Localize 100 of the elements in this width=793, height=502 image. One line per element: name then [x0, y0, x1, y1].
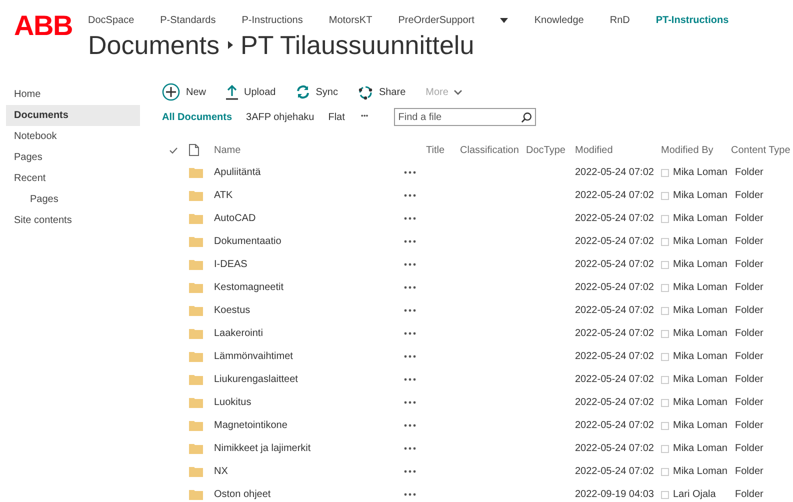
more-options-icon[interactable]: [404, 286, 416, 289]
nav-link[interactable]: RnD: [610, 12, 630, 28]
presence-icon: [661, 330, 669, 338]
file-name-link[interactable]: NX: [214, 464, 404, 479]
content-type: Folder: [734, 350, 764, 364]
file-name-link[interactable]: Apuliitäntä: [214, 165, 404, 180]
nav-link[interactable]: MotorsKT: [328, 12, 372, 28]
content-type: Folder: [734, 396, 764, 410]
file-name-link[interactable]: Liukurengaslaitteet: [214, 372, 404, 387]
sidebar-item[interactable]: Notebook: [6, 126, 140, 147]
breadcrumb-link[interactable]: Documents: [88, 32, 220, 58]
sidebar-item[interactable]: Documents: [6, 105, 140, 126]
file-name-link[interactable]: Oston ohjeet: [214, 487, 404, 502]
file-name-link[interactable]: Koestus: [214, 303, 404, 318]
more-options-icon[interactable]: [404, 263, 416, 266]
search-icon[interactable]: [521, 112, 532, 123]
user-name-link[interactable]: Mika Loman: [673, 257, 728, 272]
view-tab[interactable]: 3AFP ohjehaku: [246, 110, 314, 124]
nav-link[interactable]: P-Standards: [160, 12, 216, 28]
nav-link[interactable]: Knowledge: [534, 12, 584, 28]
column-header[interactable]: Name: [214, 142, 404, 158]
user-name-link[interactable]: Mika Loman: [673, 372, 728, 387]
abb-logo: ABB: [14, 12, 74, 43]
more-options-icon[interactable]: [404, 493, 416, 496]
toolbar-button[interactable]: Share: [358, 84, 406, 100]
presence-icon: [661, 260, 669, 268]
file-name-link[interactable]: Lämmönvaihtimet: [214, 349, 404, 364]
more-options-icon[interactable]: [404, 424, 416, 427]
user-name-link[interactable]: Mika Loman: [673, 165, 728, 180]
user-name-link[interactable]: Mika Loman: [673, 280, 728, 295]
content-type: Folder: [734, 442, 764, 456]
user-name-link[interactable]: Lari Ojala: [673, 487, 716, 502]
file-name-link[interactable]: Magnetointikone: [214, 418, 404, 433]
file-name-link[interactable]: Luokitus: [214, 395, 404, 410]
more-options-icon[interactable]: [404, 470, 416, 473]
user-name-link[interactable]: Mika Loman: [673, 234, 728, 249]
view-tab[interactable]: All Documents: [162, 110, 232, 124]
column-header[interactable]: Modified By: [661, 142, 731, 158]
folder-icon: [189, 420, 203, 431]
presence-icon: [661, 284, 669, 292]
nav-link[interactable]: DocSpace: [88, 12, 134, 28]
view-tab[interactable]: Flat: [328, 110, 345, 124]
file-name-link[interactable]: I-DEAS: [214, 257, 404, 272]
user-name-link[interactable]: Mika Loman: [673, 188, 728, 203]
modified-date: 2022-05-24 07:02: [575, 304, 655, 318]
nav-link[interactable]: PreOrderSupport: [398, 12, 474, 28]
content-type: Folder: [734, 281, 764, 295]
search-field[interactable]: Find a file: [394, 108, 536, 126]
toolbar-button[interactable]: Upload: [226, 84, 276, 100]
user-name-link[interactable]: Mika Loman: [673, 395, 728, 410]
user-name-link[interactable]: Mika Loman: [673, 418, 728, 433]
more-options-icon[interactable]: [404, 401, 416, 404]
dropdown-caret-icon[interactable]: [500, 18, 508, 22]
modified-date: 2022-05-24 07:02: [575, 235, 655, 249]
sidebar-item[interactable]: Site contents: [6, 210, 140, 231]
more-options-icon[interactable]: [404, 240, 416, 243]
more-options-icon[interactable]: [404, 355, 416, 358]
content-type: Folder: [734, 166, 764, 180]
more-options-icon[interactable]: [404, 171, 416, 174]
presence-icon: [661, 468, 669, 476]
sidebar-item[interactable]: Recent: [6, 168, 140, 189]
column-header[interactable]: Title: [426, 142, 460, 158]
file-name-link[interactable]: Dokumentaatio: [214, 234, 404, 249]
more-options-icon[interactable]: [404, 447, 416, 450]
modified-date: 2022-05-24 07:02: [575, 350, 655, 364]
sidebar-item[interactable]: Pages: [6, 189, 140, 210]
column-header[interactable]: Modified: [575, 142, 661, 158]
presence-icon: [661, 490, 669, 498]
user-name-link[interactable]: Mika Loman: [673, 441, 728, 456]
more-options-icon[interactable]: [404, 378, 416, 381]
presence-icon: [661, 444, 669, 452]
check-icon[interactable]: [169, 146, 178, 154]
toolbar-button[interactable]: New: [162, 83, 206, 101]
column-header[interactable]: Content Type: [731, 142, 793, 158]
content-type: Folder: [734, 304, 764, 318]
file-name-link[interactable]: Nimikkeet ja lajimerkit: [214, 441, 404, 456]
user-name-link[interactable]: Mika Loman: [673, 303, 728, 318]
more-options-icon[interactable]: [404, 217, 416, 220]
sync-icon: [296, 85, 310, 99]
user-name-link[interactable]: Mika Loman: [673, 211, 728, 226]
file-name-link[interactable]: ATK: [214, 188, 404, 203]
nav-link[interactable]: PT-Instructions: [656, 12, 729, 28]
file-name-link[interactable]: Kestomagneetit: [214, 280, 404, 295]
column-header[interactable]: Classification: [460, 142, 526, 158]
file-name-link[interactable]: Laakerointi: [214, 326, 404, 341]
user-name-link[interactable]: Mika Loman: [673, 464, 728, 479]
more-options-icon[interactable]: [404, 332, 416, 335]
toolbar-button[interactable]: Sync: [296, 84, 338, 100]
column-header[interactable]: DocType: [526, 142, 575, 158]
user-name-link[interactable]: Mika Loman: [673, 326, 728, 341]
more-options-icon[interactable]: [404, 309, 416, 312]
sidebar-item[interactable]: Home: [6, 84, 140, 105]
modified-date: 2022-05-24 07:02: [575, 327, 655, 341]
file-name-link[interactable]: AutoCAD: [214, 211, 404, 226]
user-name-link[interactable]: Mika Loman: [673, 349, 728, 364]
content-type: Folder: [734, 373, 764, 387]
more-options-icon[interactable]: [404, 194, 416, 197]
folder-icon: [189, 259, 203, 270]
sidebar-item[interactable]: Pages: [6, 147, 140, 168]
nav-link[interactable]: P-Instructions: [242, 12, 303, 28]
